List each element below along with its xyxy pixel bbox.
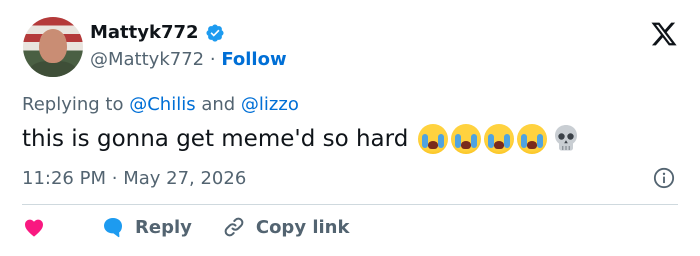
reply-bubble-icon [104, 218, 122, 238]
loudly-crying-face-icon [484, 124, 515, 154]
replying-prefix: Replying to [22, 94, 124, 115]
loudly-crying-face-icon [517, 124, 548, 154]
name-row: Mattyk772 [90, 22, 225, 43]
timestamp-separator: · [111, 168, 118, 189]
copy-link-label: Copy link [255, 216, 350, 238]
reply-label: Reply [135, 216, 192, 238]
tweet-time: 11:26 PM [22, 168, 106, 189]
mention-lizzo[interactable]: @lizzo [241, 94, 299, 115]
reply-button[interactable]: Reply [101, 215, 192, 239]
mention-chilis[interactable]: @Chilis [129, 94, 195, 115]
loudly-crying-face-icon [451, 124, 482, 154]
avatar-face [39, 29, 67, 63]
display-name[interactable]: Mattyk772 [90, 22, 199, 43]
tweet-timestamp[interactable]: 11:26 PM · May 27, 2026 [22, 168, 246, 189]
avatar-shirt [29, 61, 77, 77]
emoji-row [418, 124, 579, 154]
skull-icon [555, 125, 578, 151]
x-logo-icon[interactable] [650, 20, 678, 48]
heart-icon [25, 219, 43, 237]
follow-button[interactable]: Follow [221, 49, 286, 70]
like-button[interactable] [22, 215, 56, 239]
link-icon [224, 217, 244, 237]
tweet-text: this is gonna get meme'd so hard [22, 126, 409, 152]
handle-row: @Mattyk772 · Follow [90, 49, 287, 70]
copy-link-button[interactable]: Copy link [222, 215, 350, 239]
replying-to: Replying to @Chilis and @lizzo [22, 94, 299, 115]
info-icon[interactable] [653, 167, 675, 189]
avatar[interactable] [23, 17, 83, 77]
handle-separator: · [209, 49, 216, 70]
divider [22, 204, 678, 205]
tweet-date: May 27, 2026 [123, 168, 247, 189]
tweet-body: this is gonna get meme'd so hard [22, 124, 579, 154]
verified-badge-icon [206, 23, 224, 42]
user-handle[interactable]: @Mattyk772 [90, 49, 204, 70]
replying-and: and [201, 94, 236, 115]
action-bar: Reply Copy link [22, 215, 349, 239]
loudly-crying-face-icon [418, 124, 449, 154]
